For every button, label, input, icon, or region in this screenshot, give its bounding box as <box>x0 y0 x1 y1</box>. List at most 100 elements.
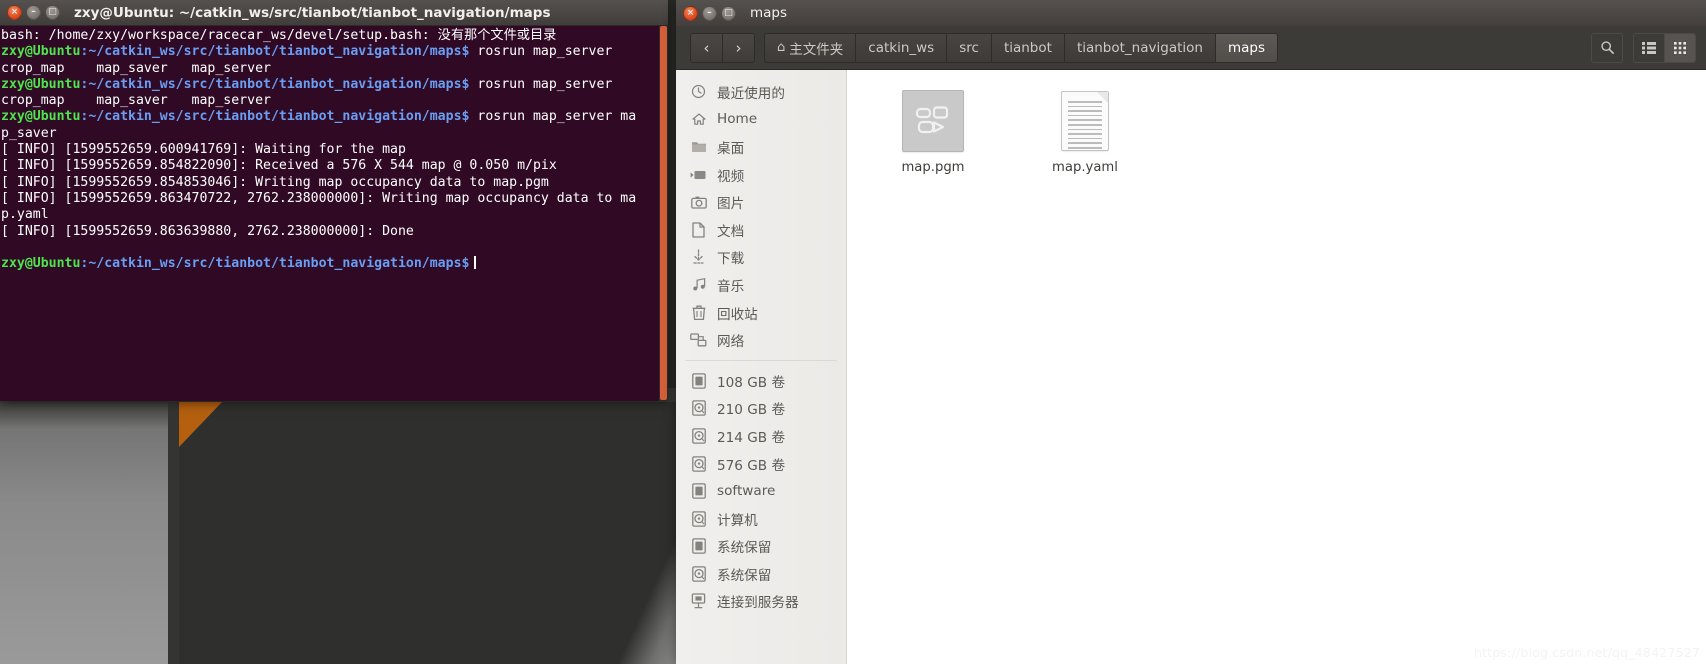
terminal-prompt-user: zxy@Ubuntu <box>1 44 81 60</box>
terminal-cursor <box>474 256 477 270</box>
sidebar-item-系统保留[interactable]: 系统保留 <box>676 560 846 588</box>
file-item[interactable]: map.yaml <box>1039 88 1131 175</box>
sidebar-item-视频[interactable]: 视频 <box>676 161 846 189</box>
sidebar-item-最近使用的[interactable]: 最近使用的 <box>676 78 846 106</box>
sidebar-item-label: 系统保留 <box>717 567 772 584</box>
breadcrumb-item-src[interactable]: src <box>947 32 992 63</box>
breadcrumb-item-maps[interactable]: maps <box>1215 32 1278 63</box>
trash-icon <box>689 304 708 321</box>
files-maximize-button[interactable]: □ <box>721 5 736 21</box>
terminal-command: rosrun map_server <box>469 76 613 92</box>
close-icon: × <box>10 7 19 17</box>
breadcrumb-label: 主文件夹 <box>789 41 844 58</box>
sidebar-item-连接到服务器[interactable]: 连接到服务器 <box>676 588 846 616</box>
terminal-text: p.yaml <box>1 207 49 223</box>
back-button[interactable]: ‹ <box>691 33 723 62</box>
breadcrumb-label: tianbot_navigation <box>1076 39 1203 56</box>
maximize-icon: □ <box>724 7 733 18</box>
rviz-side-panel-shade <box>0 401 168 429</box>
sidebar-item-桌面[interactable]: 桌面 <box>676 133 846 161</box>
breadcrumb-item-主文件夹[interactable]: ⌂ 主文件夹 <box>764 32 857 63</box>
home-icon: ⌂ <box>777 40 786 55</box>
disk-icon <box>689 427 708 444</box>
sidebar-item-回收站[interactable]: 回收站 <box>676 299 846 327</box>
breadcrumb-item-tianbot_navigation[interactable]: tianbot_navigation <box>1064 32 1216 63</box>
terminal-line: [ INFO] [1599552659.600941769]: Waiting … <box>0 142 659 158</box>
terminal-titlebar[interactable]: × – □ zxy@Ubuntu: ~/catkin_ws/src/tianbo… <box>0 0 668 26</box>
terminal-output[interactable]: bash: /home/zxy/workspace/racecar_ws/dev… <box>0 26 659 401</box>
sidebar: 最近使用的 Home 桌面 视频 图片文档下载音乐 回收站 网络 108 GB 卷 210 GB… <box>676 70 847 664</box>
sidebar-item-210 GB 卷[interactable]: 210 GB 卷 <box>676 395 846 423</box>
sidebar-item-下载[interactable]: 下载 <box>676 244 846 272</box>
drive-icon <box>689 538 708 555</box>
terminal-text: [ INFO] [1599552659.863639880, 2762.2380… <box>1 223 414 239</box>
search-button[interactable] <box>1591 32 1623 63</box>
file-manager-titlebar[interactable]: × – □ maps <box>676 0 1706 26</box>
sidebar-item-Home[interactable]: Home <box>676 106 846 134</box>
files-close-button[interactable]: × <box>683 5 698 21</box>
terminal-line: bash: /home/zxy/workspace/racecar_ws/dev… <box>0 28 659 44</box>
sidebar-item-label: 576 GB 卷 <box>717 457 786 474</box>
rviz-viewport-accent <box>179 401 223 447</box>
file-item[interactable]: map.pgm <box>887 88 979 175</box>
minimize-icon: – <box>707 7 712 18</box>
file-manager-title: maps <box>750 5 788 21</box>
sidebar-item-label: 连接到服务器 <box>717 595 799 612</box>
breadcrumb-item-tianbot[interactable]: tianbot <box>991 32 1065 63</box>
sidebar-item-label: 214 GB 卷 <box>717 429 786 446</box>
drive-icon <box>689 372 708 389</box>
camera-icon <box>689 194 708 211</box>
drive-icon <box>689 483 708 500</box>
terminal-minimize-button[interactable]: – <box>26 5 41 20</box>
terminal-window[interactable]: × – □ zxy@Ubuntu: ~/catkin_ws/src/tianbo… <box>0 0 668 401</box>
clock-icon <box>689 83 708 100</box>
disk-icon <box>689 455 708 472</box>
sidebar-item-software[interactable]: software <box>676 477 846 505</box>
file-manager-window[interactable]: × – □ maps ‹ › ⌂ 主文件夹 catkin_ws src tianbot t… <box>676 0 1706 664</box>
sidebar-item-576 GB 卷[interactable]: 576 GB 卷 <box>676 450 846 478</box>
sidebar-item-label: software <box>717 483 776 500</box>
file-manager-main: 最近使用的 Home 桌面 视频 图片文档下载音乐 回收站 网络 108 GB 卷 210 GB… <box>676 70 1706 664</box>
terminal-prompt-path: :~/catkin_ws/src/tianbot/tianbot_navigat… <box>80 256 470 272</box>
sidebar-item-图片[interactable]: 图片 <box>676 188 846 216</box>
sidebar-item-网络[interactable]: 网络 <box>676 326 846 354</box>
terminal-command: rosrun map_server ma <box>469 109 637 125</box>
terminal-line: crop_map map_saver map_server <box>0 61 659 77</box>
forward-button[interactable]: › <box>723 34 754 62</box>
sidebar-item-系统保留[interactable]: 系统保留 <box>676 533 846 561</box>
sidebar-item-label: 计算机 <box>717 512 758 529</box>
terminal-close-button[interactable]: × <box>7 5 22 20</box>
sidebar-item-214 GB 卷[interactable]: 214 GB 卷 <box>676 422 846 450</box>
maximize-icon: □ <box>48 7 57 17</box>
grid-view-button[interactable] <box>1664 33 1695 62</box>
sidebar-item-文档[interactable]: 文档 <box>676 216 846 244</box>
sidebar-item-计算机[interactable]: 计算机 <box>676 505 846 533</box>
document-icon <box>689 221 708 238</box>
terminal-prompt-path: :~/catkin_ws/src/tianbot/tianbot_navigat… <box>80 44 470 60</box>
sidebar-item-音乐[interactable]: 音乐 <box>676 271 846 299</box>
network-icon <box>689 332 708 349</box>
terminal-line: p.yaml <box>0 207 659 223</box>
folder-icon <box>689 138 708 155</box>
list-view-button[interactable] <box>1634 34 1664 62</box>
terminal-scrollbar[interactable] <box>659 26 668 401</box>
file-name-label: map.pgm <box>901 160 965 175</box>
terminal-maximize-button[interactable]: □ <box>45 5 60 20</box>
terminal-text: [ INFO] [1599552659.854853046]: Writing … <box>1 174 549 190</box>
files-minimize-button[interactable]: – <box>702 5 717 21</box>
sidebar-item-108 GB 卷[interactable]: 108 GB 卷 <box>676 367 846 395</box>
terminal-prompt-user: zxy@Ubuntu <box>1 256 81 272</box>
terminal-line: [ INFO] [1599552659.863470722, 2762.2380… <box>0 191 659 207</box>
breadcrumb-item-catkin_ws[interactable]: catkin_ws <box>856 32 948 63</box>
sidebar-item-label: 最近使用的 <box>717 85 785 102</box>
view-toggle-group <box>1633 32 1696 63</box>
file-list-area[interactable]: map.pgm map.yaml https://blog.csdn.net/qq… <box>847 70 1706 664</box>
sidebar-item-label: 下载 <box>717 251 745 268</box>
terminal-text: bash: /home/zxy/workspace/racecar_ws/dev… <box>1 28 557 43</box>
sidebar-item-label: 文档 <box>717 223 745 240</box>
file-grid: map.pgm map.yaml <box>887 88 1706 175</box>
file-name-label: map.yaml <box>1052 160 1118 175</box>
terminal-text: [ INFO] [1599552659.854822090]: Received… <box>1 158 557 174</box>
terminal-scrollbar-thumb[interactable] <box>660 26 667 400</box>
file-manager-toolbar: ‹ › ⌂ 主文件夹 catkin_ws src tianbot tianbot_navi… <box>676 26 1706 70</box>
